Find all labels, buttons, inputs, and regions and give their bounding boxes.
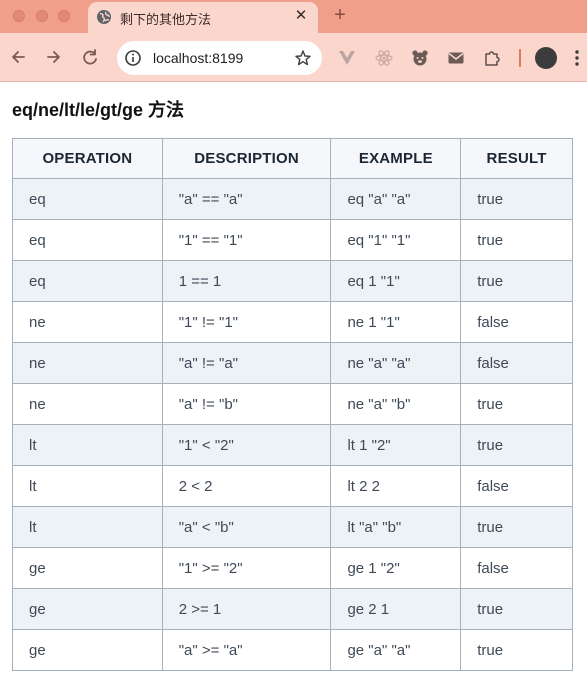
table-row: ge 2 >= 1 ge 2 1 true [12,588,573,630]
react-devtools-extension-icon[interactable] [375,49,393,67]
result-cell: true [460,588,573,630]
operation-cell: ge [12,629,163,671]
browser-toolbar: localhost:8199 [0,33,587,82]
operation-cell: eq [12,178,163,220]
more-menu-icon[interactable] [572,48,582,68]
table-row: lt "a" < "b" lt "a" "b" true [12,506,573,548]
bookmark-star-icon[interactable] [294,49,312,67]
example-cell: eq 1 "1" [330,260,462,302]
example-cell: lt "a" "b" [330,506,462,548]
description-cell: 2 >= 1 [161,588,332,630]
description-cell: "1" != "1" [161,301,332,343]
operation-cell: ge [12,547,163,589]
mail-extension-icon[interactable] [447,49,465,67]
toolbar-divider [519,49,521,67]
operation-cell: eq [12,219,163,261]
description-cell: 2 < 2 [161,465,332,507]
table-row: lt "1" < "2" lt 1 "2" true [12,424,573,466]
result-cell: true [460,219,573,261]
site-info-icon[interactable] [124,49,142,67]
methods-table: OPERATION DESCRIPTION EXAMPLE RESULT eq … [12,138,573,671]
window-close-button[interactable] [13,10,25,22]
table-row: eq "a" == "a" eq "a" "a" true [12,178,573,220]
window-zoom-button[interactable] [58,10,70,22]
example-cell: eq "1" "1" [330,219,462,261]
description-cell: "a" >= "a" [161,629,332,671]
column-header-description: DESCRIPTION [161,138,332,179]
address-bar-url: localhost:8199 [153,50,244,66]
tab-title: 剩下的其他方法 [120,12,212,27]
globe-icon [97,10,111,24]
back-arrow-icon[interactable] [8,47,28,67]
bear-extension-icon[interactable] [411,49,429,67]
column-header-result: RESULT [460,138,573,179]
table-row: eq 1 == 1 eq 1 "1" true [12,260,573,302]
result-cell: true [460,424,573,466]
new-tab-button[interactable]: + [330,4,350,26]
description-cell: "a" != "b" [161,383,332,425]
column-header-example: EXAMPLE [330,138,462,179]
result-cell: false [460,301,573,343]
vue-devtools-extension-icon[interactable] [338,49,356,67]
operation-cell: ne [12,301,163,343]
operation-cell: ne [12,342,163,384]
example-cell: lt 2 2 [330,465,462,507]
table-row: lt 2 < 2 lt 2 2 false [12,465,573,507]
result-cell: false [460,342,573,384]
tab-close-icon[interactable]: ✕ [292,7,310,25]
puzzle-extensions-icon[interactable] [483,49,501,67]
operation-cell: lt [12,424,163,466]
table-row: ne "1" != "1" ne 1 "1" false [12,301,573,343]
result-cell: true [460,260,573,302]
description-cell: "a" != "a" [161,342,332,384]
description-cell: "a" == "a" [161,178,332,220]
profile-avatar[interactable] [535,47,557,69]
operation-cell: lt [12,465,163,507]
example-cell: ge 1 "2" [330,547,462,589]
result-cell: true [460,629,573,671]
description-cell: "1" >= "2" [161,547,332,589]
result-cell: false [460,465,573,507]
column-header-operation: OPERATION [12,138,163,179]
table-row: ge "a" >= "a" ge "a" "a" true [12,629,573,671]
table-row: eq "1" == "1" eq "1" "1" true [12,219,573,261]
result-cell: false [460,547,573,589]
result-cell: true [460,178,573,220]
description-cell: "a" < "b" [161,506,332,548]
operation-cell: ne [12,383,163,425]
example-cell: lt 1 "2" [330,424,462,466]
example-cell: ge 2 1 [330,588,462,630]
address-bar[interactable]: localhost:8199 [117,41,322,75]
description-cell: "1" < "2" [161,424,332,466]
result-cell: true [460,383,573,425]
table-header-row: OPERATION DESCRIPTION EXAMPLE RESULT [12,138,573,179]
operation-cell: eq [12,260,163,302]
page-title: eq/ne/lt/le/gt/ge 方法 [12,100,185,120]
table-row: ne "a" != "b" ne "a" "b" true [12,383,573,425]
table-row: ne "a" != "a" ne "a" "a" false [12,342,573,384]
forward-arrow-icon[interactable] [44,47,64,67]
example-cell: ge "a" "a" [330,629,462,671]
operation-cell: lt [12,506,163,548]
example-cell: ne "a" "b" [330,383,462,425]
operation-cell: ge [12,588,163,630]
browser-tab-strip: 剩下的其他方法 ✕ + [0,0,587,33]
example-cell: eq "a" "a" [330,178,462,220]
example-cell: ne 1 "1" [330,301,462,343]
result-cell: true [460,506,573,548]
description-cell: 1 == 1 [161,260,332,302]
browser-tab-active[interactable]: 剩下的其他方法 ✕ [88,2,318,33]
description-cell: "1" == "1" [161,219,332,261]
reload-icon[interactable] [80,47,100,67]
page-content: eq/ne/lt/le/gt/ge 方法 OPERATION DESCRIPTI… [0,82,587,676]
example-cell: ne "a" "a" [330,342,462,384]
window-minimize-button[interactable] [36,10,48,22]
table-row: ge "1" >= "2" ge 1 "2" false [12,547,573,589]
